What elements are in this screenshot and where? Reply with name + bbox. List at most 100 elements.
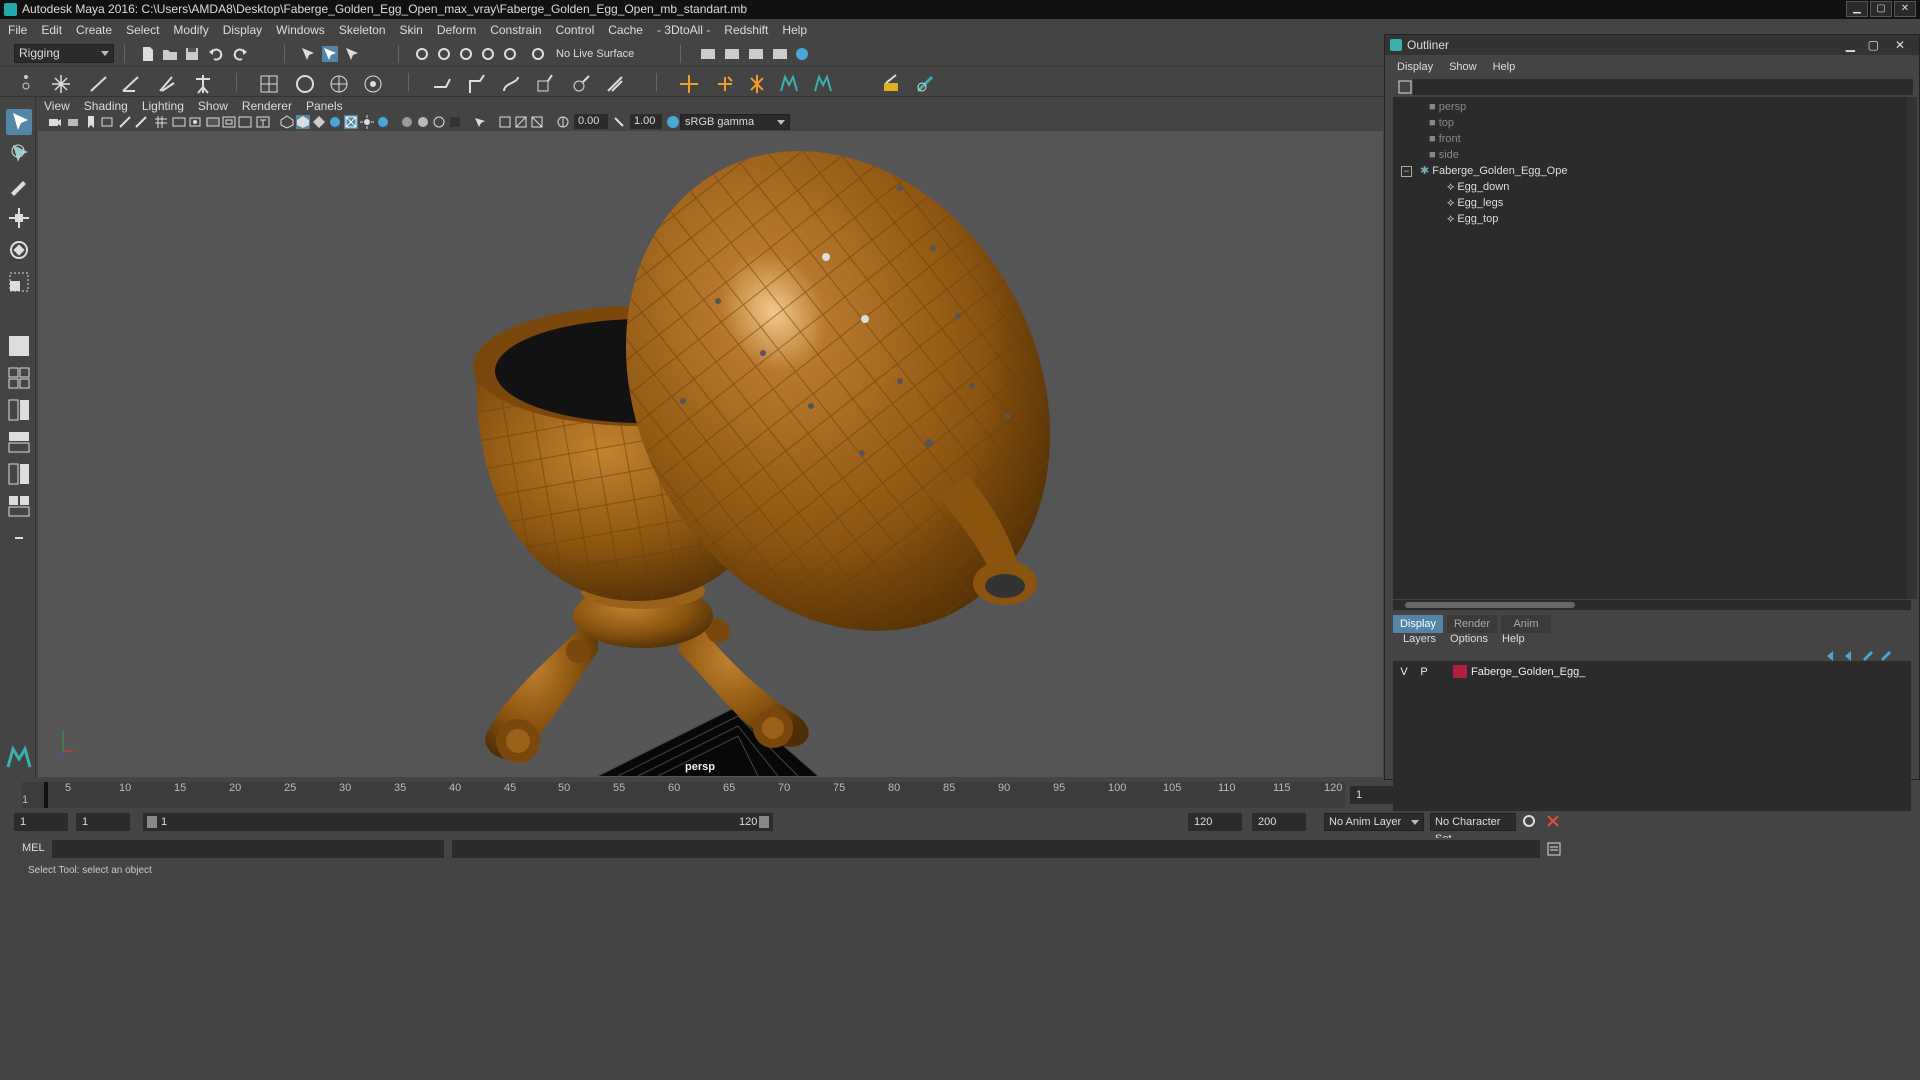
go-to-bind-pose-icon[interactable] [914, 73, 936, 95]
undo-icon[interactable] [208, 46, 224, 62]
hypershade-layout-icon[interactable] [6, 493, 32, 519]
outliner-item-egg-legs[interactable]: ⟡ Egg_legs [1447, 195, 1503, 211]
render-frame-icon[interactable] [700, 46, 716, 62]
gamma-field[interactable]: 1.00 [630, 114, 662, 129]
outliner-search-input[interactable] [1413, 79, 1913, 95]
menu-control[interactable]: Control [556, 23, 595, 37]
live-surface-field[interactable]: No Live Surface [556, 45, 660, 63]
gate-mask-icon[interactable] [206, 115, 220, 129]
menu-file[interactable]: File [8, 23, 27, 37]
xray-components-icon[interactable] [530, 115, 544, 129]
paint-weights-icon[interactable] [328, 73, 350, 95]
outliner-item-side[interactable]: ■ side [1429, 147, 1459, 163]
animation-preferences-icon[interactable] [1546, 814, 1560, 828]
menu-3dtoall[interactable]: - 3DtoAll - [657, 23, 710, 37]
shadows-icon[interactable] [376, 115, 390, 129]
scrollbar-thumb[interactable] [1405, 602, 1575, 608]
range-start-handle[interactable] [147, 816, 157, 828]
snap-grid-icon[interactable] [414, 46, 430, 62]
outliner-menu-display[interactable]: Display [1397, 61, 1433, 73]
bind-pose-icon[interactable] [880, 73, 902, 95]
outliner-minimize-icon[interactable]: ▁ [1846, 35, 1855, 55]
default-material-icon[interactable] [312, 115, 326, 129]
wireframe-on-shaded-icon[interactable] [328, 115, 342, 129]
lasso-tool-icon[interactable] [6, 141, 32, 167]
layout-options-icon[interactable] [6, 525, 32, 551]
scene-end-field[interactable]: 200 [1252, 813, 1306, 831]
minimize-button[interactable]: ▁ [1846, 1, 1868, 17]
collapse-icon[interactable]: − [1401, 166, 1412, 177]
layer-menu-layers[interactable]: Layers [1403, 633, 1436, 645]
xray-icon[interactable] [498, 115, 512, 129]
point-constraint-icon[interactable] [678, 73, 700, 95]
render-settings-icon[interactable] [748, 46, 764, 62]
redshift-render-icon[interactable] [794, 46, 810, 62]
perspective-viewport[interactable]: persp [38, 131, 1383, 777]
antialiasing-icon[interactable] [432, 115, 446, 129]
snap-surface-icon[interactable] [502, 46, 518, 62]
xray-joints-icon[interactable] [514, 115, 528, 129]
aim-constraint-icon[interactable] [714, 73, 736, 95]
bind-skin-icon[interactable] [258, 73, 280, 95]
menu-deform[interactable]: Deform [437, 23, 476, 37]
snap-view-plane-icon[interactable] [480, 46, 496, 62]
isolate-select-icon[interactable] [472, 115, 486, 129]
outliner-maximize-icon[interactable]: ▢ [1868, 35, 1879, 55]
film-gate-icon[interactable] [172, 115, 186, 129]
menu-help[interactable]: Help [782, 23, 807, 37]
ik-handle-icon[interactable] [88, 73, 110, 95]
range-slider-track[interactable]: 1 120 [143, 813, 773, 831]
save-scene-icon[interactable] [184, 46, 200, 62]
auto-key-icon[interactable] [1522, 814, 1536, 828]
snap-point-icon[interactable] [458, 46, 474, 62]
cluster-icon[interactable] [432, 73, 454, 95]
menu-set-dropdown[interactable]: Rigging [14, 44, 114, 63]
hik-character-icon[interactable] [778, 73, 800, 95]
menu-modify[interactable]: Modify [173, 23, 208, 37]
move-tool-icon[interactable] [6, 205, 32, 231]
tab-render[interactable]: Render [1447, 615, 1497, 633]
menu-create[interactable]: Create [76, 23, 112, 37]
scene-start-field[interactable]: 1 [14, 813, 68, 831]
menu-select[interactable]: Select [126, 23, 159, 37]
gamma-icon[interactable] [612, 115, 626, 129]
use-all-lights-icon[interactable] [360, 115, 374, 129]
outliner-item-egg-top[interactable]: ⟡ Egg_top [1447, 211, 1498, 227]
image-plane-icon[interactable] [100, 115, 114, 129]
orient-constraint-icon[interactable] [746, 73, 768, 95]
anim-layer-dropdown[interactable]: No Anim Layer [1324, 813, 1424, 831]
outliner-persp-layout-icon[interactable] [6, 429, 32, 455]
playback-start-field[interactable]: 1 [76, 813, 130, 831]
range-end-handle[interactable] [759, 816, 769, 828]
vp-menu-view[interactable]: View [44, 99, 70, 113]
outliner-vertical-scrollbar[interactable] [1907, 97, 1917, 599]
outliner-item-egg-down[interactable]: ⟡ Egg_down [1447, 179, 1509, 195]
shelf-menu-icon[interactable] [20, 73, 32, 91]
menu-constrain[interactable]: Constrain [490, 23, 541, 37]
script-editor-icon[interactable] [1546, 841, 1562, 857]
outliner-filter-icon[interactable] [1397, 79, 1413, 95]
paint-select-icon[interactable] [6, 173, 32, 199]
graph-persp-layout-icon[interactable] [6, 461, 32, 487]
menu-redshift[interactable]: Redshift [724, 23, 768, 37]
hik-control-icon[interactable] [812, 73, 834, 95]
resolution-gate-icon[interactable] [188, 115, 202, 129]
layer-menu-options[interactable]: Options [1450, 633, 1488, 645]
time-slider-track[interactable]: 1 5 10 15 20 25 30 35 40 45 50 55 60 65 … [22, 782, 1345, 808]
select-tool-icon[interactable] [6, 109, 32, 135]
new-scene-icon[interactable] [140, 46, 156, 62]
rotate-tool-icon[interactable] [6, 237, 32, 263]
2d-pan-zoom-icon[interactable] [118, 115, 132, 129]
smooth-bind-icon[interactable] [294, 73, 316, 95]
vp-menu-panels[interactable]: Panels [306, 99, 343, 113]
playback-end-field[interactable]: 120 [1188, 813, 1242, 831]
vp-menu-lighting[interactable]: Lighting [142, 99, 184, 113]
select-component-icon[interactable] [344, 46, 360, 62]
outliner-item-top[interactable]: ■ top [1429, 115, 1454, 131]
two-pane-layout-icon[interactable] [6, 397, 32, 423]
scale-tool-icon[interactable] [6, 269, 32, 295]
joint-tool-icon[interactable] [50, 73, 72, 95]
select-object-icon[interactable] [322, 46, 338, 62]
safe-action-icon[interactable] [238, 115, 252, 129]
current-time-indicator[interactable] [44, 782, 48, 808]
